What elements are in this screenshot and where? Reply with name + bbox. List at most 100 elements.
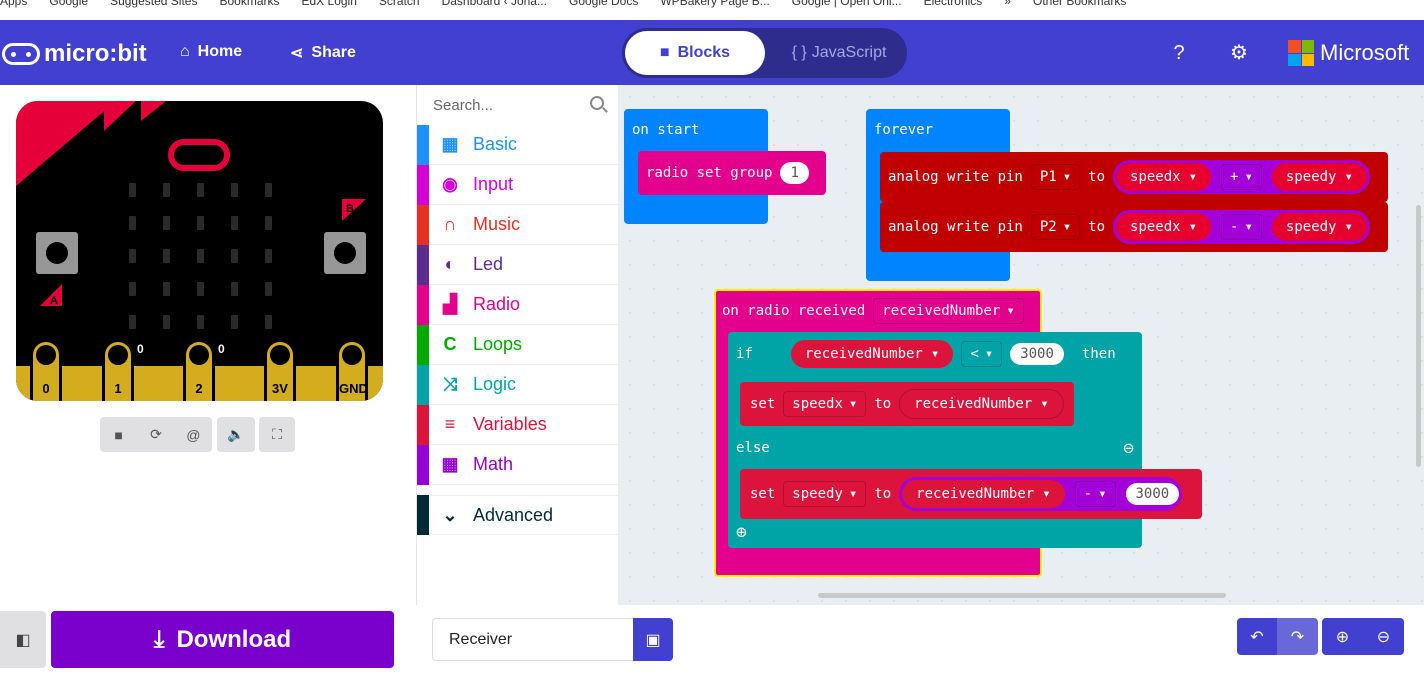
bookmark-item[interactable]: Other Bookmarks [1033, 0, 1126, 8]
button-a[interactable] [36, 232, 78, 274]
pin-1[interactable]: 1 [102, 339, 134, 401]
led[interactable] [163, 315, 170, 329]
category-radio[interactable]: ▟ Radio [417, 284, 618, 325]
remove-else-icon[interactable]: ⊖ [1123, 438, 1134, 459]
led[interactable] [163, 216, 170, 230]
set-speedy-block[interactable]: set speedy ▾ to receivedNumber ▾ - ▾ 3000 [740, 469, 1202, 519]
zoom-out-button[interactable]: ⊖ [1363, 618, 1404, 655]
led[interactable] [197, 282, 204, 296]
arith-block[interactable]: speedx ▾ + ▾ speedy ▾ [1113, 160, 1370, 194]
var-dropdown[interactable]: speedx ▾ [783, 391, 867, 417]
cond-operator[interactable]: < ▾ [961, 341, 1003, 367]
bookmark-item[interactable]: Scratch [379, 0, 420, 8]
analog-write-block[interactable]: analog write pin P2 ▾ to speedx ▾ - ▾ speedy ▾ [880, 202, 1388, 252]
category-input[interactable]: ◉ Input [417, 164, 618, 205]
bookmark-item[interactable]: Google Docs [569, 0, 638, 8]
pin-3v[interactable]: 3V [264, 339, 296, 401]
pin-dropdown[interactable]: P2 ▾ [1030, 214, 1081, 240]
collapse-sim-button[interactable]: ◧ [0, 611, 46, 668]
group-value[interactable]: 1 [780, 162, 809, 184]
category-advanced[interactable]: ⌄ Advanced [417, 495, 618, 535]
arith-block[interactable]: speedx ▾ - ▾ speedy ▾ [1113, 210, 1370, 244]
button-b[interactable] [324, 232, 366, 274]
led[interactable] [231, 282, 238, 296]
led[interactable] [163, 282, 170, 296]
led[interactable] [163, 183, 170, 197]
led[interactable] [265, 183, 272, 197]
fullscreen-button[interactable]: ⛶ [259, 417, 295, 452]
cond-variable[interactable]: receivedNumber ▾ [790, 340, 954, 368]
add-else-icon[interactable]: ⊕ [736, 522, 747, 543]
led[interactable] [129, 282, 136, 296]
category-loops[interactable]: C Loops [417, 324, 618, 365]
category-led[interactable]: ◐ Led [417, 244, 618, 285]
category-basic[interactable]: ▦ Basic [417, 124, 618, 165]
led[interactable] [197, 216, 204, 230]
restart-icon[interactable]: ⟳ [137, 426, 174, 443]
led[interactable] [197, 183, 204, 197]
led[interactable] [163, 249, 170, 263]
category-math[interactable]: ▦ Math [417, 444, 618, 485]
bookmark-item[interactable]: Bookmarks [219, 0, 279, 8]
pin-0[interactable]: 0 [30, 339, 62, 401]
led[interactable] [265, 282, 272, 296]
zoom-in-button[interactable]: ⊕ [1322, 618, 1363, 655]
vertical-scrollbar[interactable] [1416, 205, 1421, 467]
share-button[interactable]: ⋖ Share [290, 43, 356, 63]
download-button[interactable]: ⤓ Download [51, 611, 394, 668]
javascript-tab[interactable]: { } JavaScript [774, 31, 904, 75]
microsoft-logo[interactable]: Microsoft [1288, 40, 1409, 66]
cond-value[interactable]: 3000 [1010, 343, 1064, 365]
led[interactable] [197, 315, 204, 329]
led[interactable] [231, 216, 238, 230]
pin-2[interactable]: 2 [183, 339, 215, 401]
bookmark-item[interactable]: Apps [0, 0, 27, 8]
home-button[interactable]: ⌂ Home [180, 43, 242, 61]
undo-button[interactable]: ↶ [1237, 618, 1277, 655]
blocks-tab[interactable]: ■ Blocks [625, 31, 765, 75]
bookmark-item[interactable]: Suggested Sites [110, 0, 197, 8]
var-dropdown[interactable]: speedy ▾ [783, 481, 867, 507]
redo-button[interactable]: ↷ [1277, 618, 1318, 655]
led[interactable] [129, 249, 136, 263]
subtract-block[interactable]: receivedNumber ▾ - ▾ 3000 [899, 477, 1183, 511]
led[interactable] [231, 249, 238, 263]
led[interactable] [129, 216, 136, 230]
pin-dropdown[interactable]: P1 ▾ [1030, 164, 1081, 190]
mute-button[interactable]: 🔈 [217, 417, 255, 452]
stop-icon[interactable]: ■ [100, 427, 137, 443]
bookmark-item[interactable]: Google | Open Onl... [792, 0, 902, 8]
bookmark-item[interactable]: EdX Login [302, 0, 357, 8]
led[interactable] [231, 315, 238, 329]
pin-gnd[interactable]: GND [336, 339, 368, 401]
category-variables[interactable]: ≡ Variables [417, 404, 618, 445]
bookmark-item[interactable]: Electronics [924, 0, 983, 8]
category-logic[interactable]: ⤨ Logic [417, 364, 618, 405]
led[interactable] [231, 183, 238, 197]
blocks-workspace[interactable]: on start radio set group 1 forever analog… [618, 85, 1424, 605]
set-speedx-block[interactable]: set speedx ▾ to receivedNumber ▾ [740, 382, 1074, 426]
category-music[interactable]: ∩ Music [417, 204, 618, 245]
analog-write-block[interactable]: analog write pin P1 ▾ to speedx ▾ + ▾ speedy ▾ [880, 152, 1388, 202]
project-name-input[interactable]: Receiver [432, 618, 634, 661]
led[interactable] [265, 216, 272, 230]
radio-set-group-block[interactable]: radio set group 1 [638, 151, 826, 195]
led[interactable] [129, 315, 136, 329]
gear-icon[interactable]: ⚙ [1228, 42, 1250, 64]
horizontal-scrollbar[interactable] [818, 593, 1226, 598]
led[interactable] [265, 249, 272, 263]
bookmark-item[interactable]: WPBakery Page B... [660, 0, 769, 8]
value-dropdown[interactable]: receivedNumber ▾ [899, 389, 1064, 419]
on-start-block[interactable]: on start radio set group 1 [624, 109, 826, 224]
param-dropdown[interactable]: receivedNumber ▾ [873, 298, 1024, 324]
bookmark-item[interactable]: Dashboard ‹ Jona... [442, 0, 547, 8]
led[interactable] [129, 183, 136, 197]
help-icon[interactable]: ? [1168, 42, 1190, 64]
bookmark-item[interactable]: » [1004, 0, 1011, 8]
led[interactable] [265, 315, 272, 329]
save-button[interactable]: ▣ [633, 618, 673, 661]
search-icon[interactable] [590, 96, 604, 110]
bookmark-item[interactable]: Google [49, 0, 88, 8]
search-input[interactable]: Search... [417, 85, 618, 125]
slowmo-icon[interactable]: @ [175, 427, 212, 443]
